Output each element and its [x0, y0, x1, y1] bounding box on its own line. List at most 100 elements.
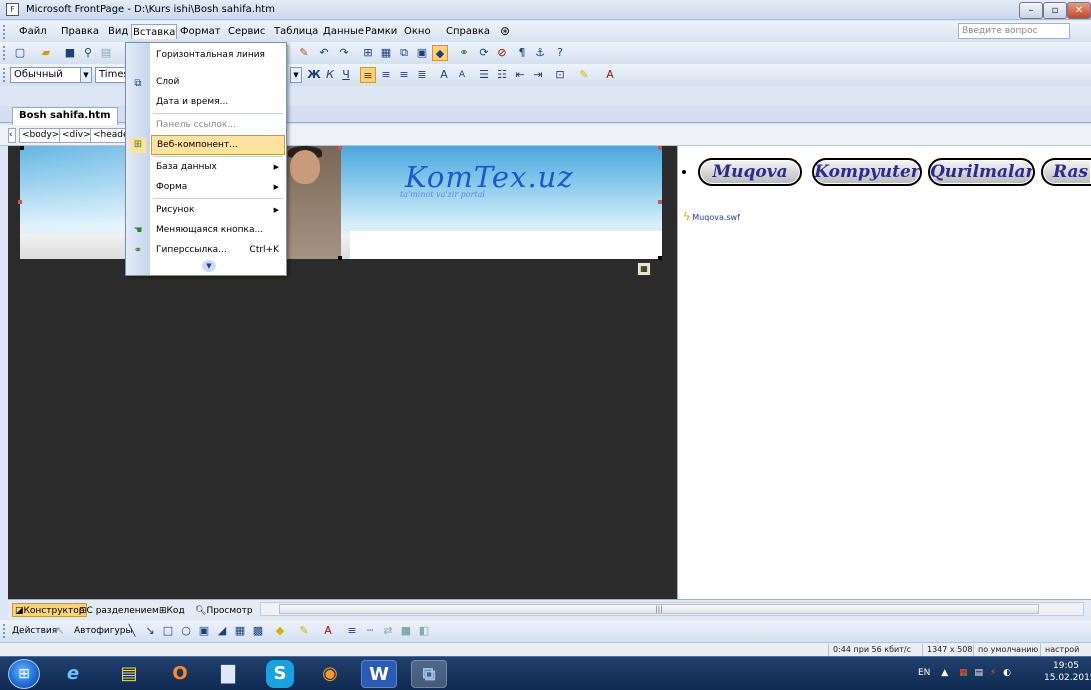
insert-picture-icon[interactable]: ▣: [414, 45, 430, 61]
menu-item-interactive-button[interactable]: Меняющаяся кнопка...: [151, 220, 285, 240]
align-right-icon[interactable]: ≡: [396, 67, 412, 83]
firefox-icon[interactable]: ◉: [312, 660, 348, 688]
document-tab[interactable]: Bosh sahifa.htm: [12, 107, 118, 125]
menu-item-link-bar[interactable]: Панель ссылок...: [151, 115, 285, 135]
select-pointer-icon[interactable]: ↖: [52, 623, 68, 639]
nav-button-ras[interactable]: Ras: [1041, 158, 1091, 186]
font-color-icon[interactable]: A: [602, 67, 618, 83]
outdent-icon[interactable]: ⇤: [512, 67, 528, 83]
diagram-icon[interactable]: ▦: [232, 623, 248, 639]
undo-icon[interactable]: ↶: [316, 45, 332, 61]
picture-options-icon[interactable]: ▦: [637, 262, 651, 276]
resize-handle[interactable]: [658, 256, 662, 260]
justify-icon[interactable]: ≣: [414, 67, 430, 83]
hyperlink-icon[interactable]: ⚭: [456, 45, 472, 61]
close-button[interactable]: ✕: [1067, 2, 1091, 19]
menu-table[interactable]: Таблица: [274, 24, 318, 39]
drawbar-grip[interactable]: [3, 624, 6, 638]
line-icon[interactable]: ╲: [124, 623, 140, 639]
resize-handle[interactable]: [20, 146, 24, 150]
resize-handle[interactable]: [338, 146, 342, 150]
expand-menu-chevron-icon[interactable]: ▼: [202, 260, 216, 272]
page-size-status[interactable]: 1347 x 508: [922, 644, 976, 656]
menu-item-form[interactable]: Форма ▶: [151, 177, 285, 197]
show-all-icon[interactable]: ¶: [514, 45, 530, 61]
drawing-icon[interactable]: ◆: [432, 45, 448, 61]
find-icon[interactable]: ⚲: [80, 45, 96, 61]
new-page-icon[interactable]: ▢: [12, 45, 28, 61]
outlook-icon[interactable]: O: [162, 660, 198, 688]
action-center-icon[interactable]: ▤: [974, 668, 983, 678]
format-painter-icon[interactable]: ✎: [296, 45, 312, 61]
underline-icon[interactable]: Ч: [338, 67, 354, 83]
resize-handle[interactable]: [658, 146, 662, 150]
quick-tag-header[interactable]: <header: [90, 128, 128, 143]
menu-data[interactable]: Данные: [323, 24, 364, 39]
mode-status[interactable]: по умолчанию: [973, 644, 1042, 656]
bold-icon[interactable]: Ж: [306, 67, 322, 83]
scrollbar-thumb[interactable]: |||: [279, 604, 1039, 614]
resize-handle[interactable]: [338, 256, 342, 260]
menu-edit[interactable]: Правка: [61, 24, 99, 39]
font-color-draw-icon[interactable]: A: [320, 623, 336, 639]
style-select[interactable]: Обычный ▼: [10, 67, 92, 83]
menu-file[interactable]: Файл: [19, 24, 47, 39]
resize-handle[interactable]: [658, 200, 662, 204]
tab-preview[interactable]: 🔍︎Просмотр: [192, 603, 256, 617]
clipart-icon[interactable]: ▩: [250, 623, 266, 639]
menubar-grip[interactable]: [3, 25, 6, 39]
frontpage-taskbar-icon[interactable]: ⧉: [411, 660, 447, 688]
arrow-icon[interactable]: ↘: [142, 623, 158, 639]
frontpage-app-icon[interactable]: F: [6, 3, 19, 16]
print-icon[interactable]: ▤: [98, 45, 114, 61]
menu-view[interactable]: Вид: [108, 24, 128, 39]
tab-code[interactable]: ⊞Код: [156, 603, 188, 617]
minimize-button[interactable]: –: [1019, 2, 1043, 19]
align-left-icon[interactable]: ≡: [360, 67, 376, 83]
anchor-icon[interactable]: ⚓: [532, 45, 548, 61]
network-icon[interactable]: ▦: [959, 668, 968, 678]
menu-item-database[interactable]: База данных ▶: [151, 157, 285, 177]
resize-handle[interactable]: [18, 200, 22, 204]
menu-item-hyperlink[interactable]: Гиперссылка... Ctrl+K: [151, 240, 285, 260]
menu-item-horizontal-line[interactable]: Горизонтальная линия: [151, 45, 285, 65]
quick-tag-scroll-left-icon[interactable]: ‹: [8, 128, 16, 143]
refresh-icon[interactable]: ⟳: [476, 45, 492, 61]
insert-table-icon[interactable]: ▦: [378, 45, 394, 61]
menu-item-web-component[interactable]: Веб-компонент...: [151, 135, 285, 155]
tab-split[interactable]: ⊟С разделением: [76, 603, 162, 617]
font-grow-icon[interactable]: A: [436, 67, 452, 83]
menu-help[interactable]: Справка: [446, 24, 490, 39]
toolbar-grip-2[interactable]: [3, 68, 6, 82]
line-style-icon[interactable]: ≡: [344, 623, 360, 639]
taskbar-clock[interactable]: 19:05 15.02.2015: [1044, 660, 1091, 684]
horizontal-scrollbar[interactable]: |||: [260, 602, 1084, 616]
align-center-icon[interactable]: ≡: [378, 67, 394, 83]
oval-icon[interactable]: ○: [178, 623, 194, 639]
volume-icon[interactable]: ◐: [1003, 668, 1011, 678]
fill-color-icon[interactable]: ◆: [272, 623, 288, 639]
dash-style-icon[interactable]: ┅: [362, 623, 378, 639]
skype-icon[interactable]: S: [266, 660, 294, 688]
flash-file-placeholder[interactable]: ϟ Muqova.swf: [683, 210, 740, 223]
floppy-app-icon[interactable]: ▇: [210, 660, 246, 688]
custom-status[interactable]: настрой: [1040, 644, 1083, 656]
font-shrink-icon[interactable]: A: [454, 67, 470, 83]
web-component-icon[interactable]: ⊞: [360, 45, 376, 61]
insert-layer-icon[interactable]: ⧉: [396, 45, 412, 61]
help-icon[interactable]: ?: [552, 45, 568, 61]
italic-icon[interactable]: К: [322, 67, 338, 83]
arrow-style-icon[interactable]: ⇄: [380, 623, 396, 639]
wordart-icon[interactable]: ◢: [214, 623, 230, 639]
highlight-color-icon[interactable]: ✎: [576, 67, 592, 83]
file-explorer-icon[interactable]: ▤: [111, 660, 147, 688]
menu-format[interactable]: Формат: [180, 24, 221, 39]
menu-frames[interactable]: Рамки: [365, 24, 397, 39]
nav-button-muqova[interactable]: Muqova: [698, 158, 802, 186]
start-button[interactable]: ⊞: [8, 659, 40, 689]
menu-tools[interactable]: Сервис: [228, 24, 265, 39]
rectangle-icon[interactable]: □: [160, 623, 176, 639]
stop-icon[interactable]: ⊘: [494, 45, 510, 61]
actions-menu[interactable]: Действия: [12, 624, 57, 639]
toolbar-grip[interactable]: [3, 46, 6, 60]
